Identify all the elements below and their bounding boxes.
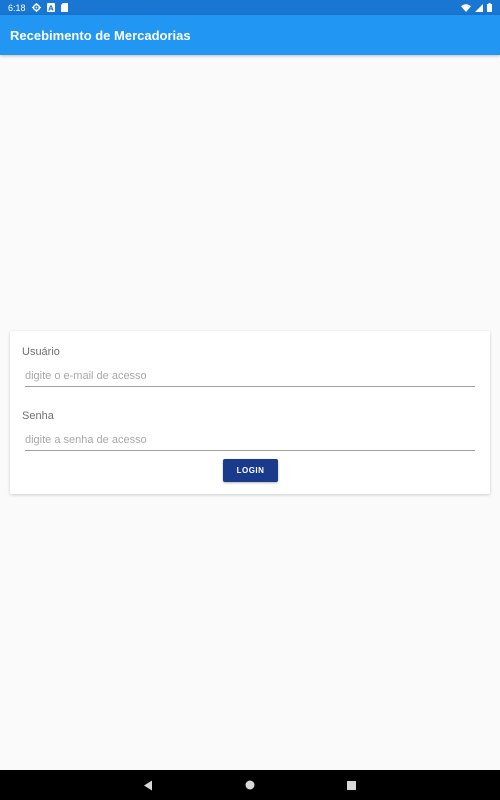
svg-text:A: A <box>48 4 54 12</box>
password-field[interactable] <box>25 431 475 451</box>
app-bar: Recebimento de Mercadorias <box>0 15 500 55</box>
home-button[interactable] <box>238 770 262 800</box>
email-field[interactable] <box>25 367 475 387</box>
back-icon <box>144 780 152 790</box>
a-notification-icon: A <box>46 3 55 12</box>
home-icon <box>245 780 255 790</box>
login-card: Usuário Senha LOGIN <box>10 331 490 494</box>
sd-card-icon <box>60 3 68 12</box>
recents-button[interactable] <box>339 770 363 800</box>
nav-bar <box>0 770 500 800</box>
status-time: 6:18 <box>8 2 26 13</box>
password-label: Senha <box>22 410 54 422</box>
back-button[interactable] <box>136 770 160 800</box>
login-button[interactable]: LOGIN <box>223 459 278 482</box>
cellular-signal-icon <box>475 3 483 12</box>
user-label: Usuário <box>22 346 60 358</box>
status-bar: 6:18 A <box>0 0 500 15</box>
app-title: Recebimento de Mercadorias <box>10 27 191 43</box>
battery-icon <box>487 3 492 12</box>
gear-icon <box>31 3 41 12</box>
recents-icon <box>346 780 356 790</box>
wifi-icon <box>461 3 471 12</box>
